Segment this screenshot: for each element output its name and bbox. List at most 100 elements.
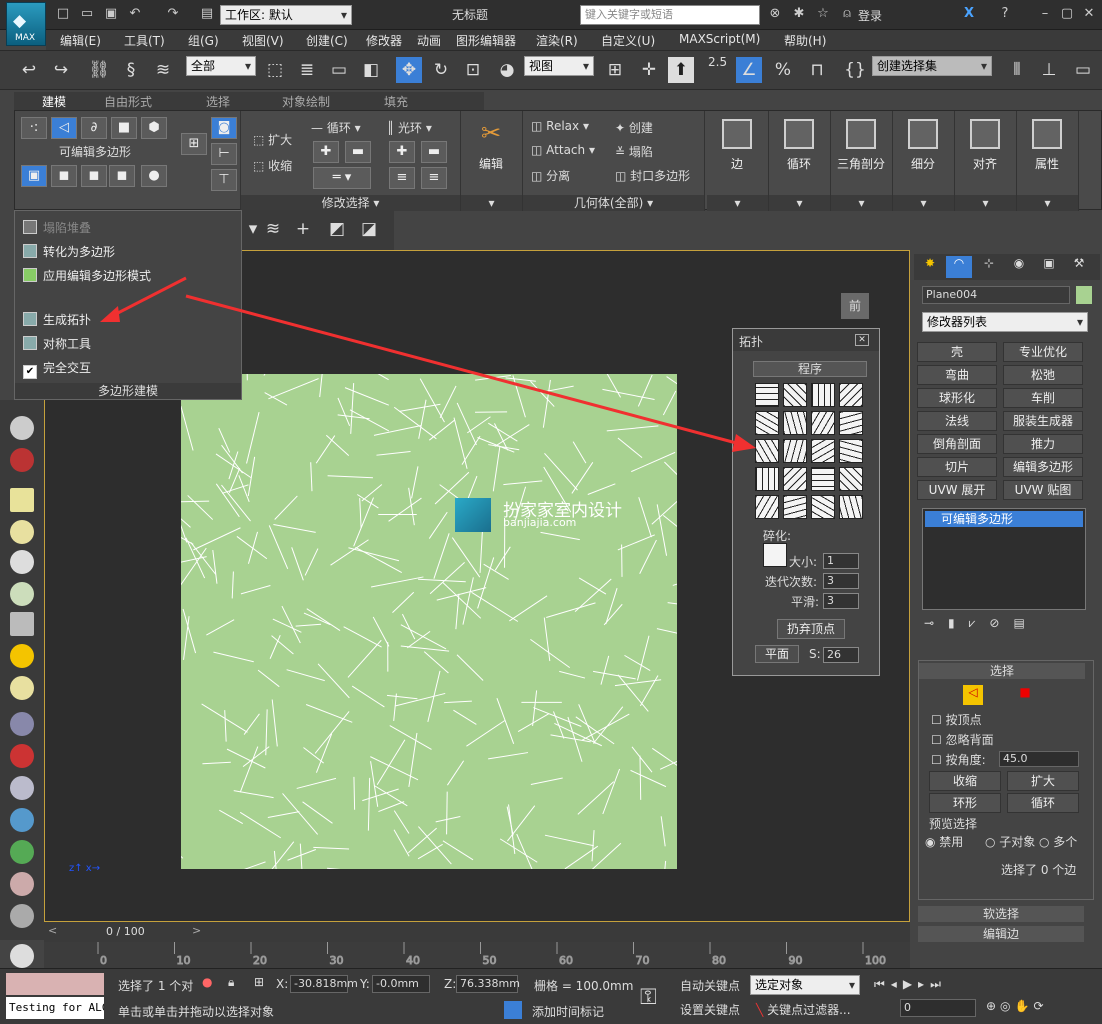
align-icon[interactable]: ⊥ <box>1036 57 1062 83</box>
teapot-icon[interactable] <box>10 582 34 606</box>
cap-button[interactable]: ◫ 封口多边形 <box>615 167 690 184</box>
menu-apply-edit-poly[interactable]: 应用编辑多边形模式 <box>23 267 151 284</box>
keyboard-shortcut-icon[interactable]: ⬆ <box>668 57 694 83</box>
maxscript-listener[interactable] <box>6 973 104 995</box>
timeline-ruler[interactable]: 0 10 20 30 40 50 60 70 80 90 100 <box>44 942 910 968</box>
grow-button[interactable]: ⬚ 扩大 <box>253 131 292 148</box>
menu-generate-topology[interactable]: 生成拓扑 <box>23 311 91 328</box>
spherify-button[interactable]: 球形化 <box>917 388 997 408</box>
close-icon[interactable]: ✕ <box>855 334 869 346</box>
modify-tab-icon[interactable]: ◠ <box>946 256 972 278</box>
open-file-icon[interactable]: ▭ <box>78 5 96 23</box>
edge-subobj-icon[interactable]: ◁ <box>963 685 983 705</box>
soft-selection-rollout[interactable]: 软选择 <box>918 906 1084 922</box>
login-link[interactable]: 登录 <box>858 7 882 24</box>
generate-topology-icon[interactable]: ◼ <box>109 165 135 187</box>
tab-selection[interactable]: 选择 <box>206 93 230 110</box>
isolate-icon[interactable]: ◙ <box>211 117 237 139</box>
ring-button[interactable]: 环形 <box>929 793 1001 813</box>
polygon-mode-icon[interactable]: ■ <box>111 117 137 139</box>
ring-mode2-icon[interactable]: ≡ <box>421 167 447 189</box>
grow-button[interactable]: 扩大 <box>1007 771 1079 791</box>
shrink-button[interactable]: 收缩 <box>929 771 1001 791</box>
topology-pattern-button[interactable] <box>755 467 779 491</box>
create-tab-icon[interactable]: ✸ <box>918 256 942 278</box>
geometry-footer[interactable]: 几何体(全部) ▾ <box>523 195 704 211</box>
byvertex-checkbox[interactable]: ☐ 按顶点 <box>931 711 982 728</box>
time-tag-icon[interactable] <box>504 1001 522 1019</box>
lock-icon[interactable]: 🔒︎ <box>228 975 234 990</box>
unlink-icon[interactable]: § <box>118 57 144 83</box>
film-icon[interactable] <box>10 448 34 472</box>
vertex-mode-icon[interactable]: ·: <box>21 117 47 139</box>
tools-icon[interactable]: ✱ <box>790 5 808 23</box>
topology-pattern-button[interactable] <box>783 383 807 407</box>
topology-pattern-button[interactable] <box>755 383 779 407</box>
detach-button[interactable]: ◫ 分离 <box>531 167 570 184</box>
save-icon[interactable]: ▣ <box>102 5 120 23</box>
close-icon[interactable]: ✕ <box>1080 5 1098 23</box>
key-icon[interactable]: ⚿ <box>640 985 657 1010</box>
bind-spacewarp-icon[interactable]: ≋ <box>150 57 176 83</box>
prev-frame-icon[interactable]: < <box>48 924 58 940</box>
edit-footer[interactable]: ▾ <box>461 195 522 211</box>
stack-tools[interactable]: ⊸▮⩗⊘▤ <box>924 616 1090 636</box>
select-by-name-icon[interactable]: ≣ <box>294 57 320 83</box>
selection-rollout-title[interactable]: 选择 <box>919 663 1085 679</box>
select-layer-icon[interactable]: ◪ <box>356 216 382 242</box>
modify-selection-footer[interactable]: 修改选择 ▾ <box>241 195 460 211</box>
scale-icon[interactable]: ⊡ <box>460 57 486 83</box>
lathe-button[interactable]: 车削 <box>1003 388 1083 408</box>
select-object-icon[interactable]: ⬚ <box>262 57 288 83</box>
uvw-unwrap-button[interactable]: UVW 展开 <box>917 480 997 500</box>
current-frame-field[interactable]: 0 <box>900 999 976 1017</box>
layer-add-icon[interactable]: ≋ <box>260 216 286 242</box>
key-selection-select[interactable]: 选定对象 <box>750 975 860 995</box>
grass-icon[interactable] <box>10 840 34 864</box>
topology-pattern-button[interactable] <box>839 411 863 435</box>
workspace-select[interactable]: 工作区: 默认 <box>220 5 352 25</box>
topology-pattern-button[interactable] <box>755 439 779 463</box>
menu-full-interactivity[interactable]: ✔ 完全交互 <box>23 359 91 379</box>
poly-subobj-icon[interactable]: ■ <box>1015 685 1035 705</box>
loop-big-button[interactable]: 循环 <box>771 115 827 187</box>
geosphere-icon[interactable] <box>10 676 34 700</box>
disable-radio[interactable]: ◉ 禁用 <box>925 833 963 850</box>
subdivide-button[interactable]: 细分 <box>895 115 951 187</box>
tab-populate[interactable]: 填充 <box>384 93 408 110</box>
topology-pattern-button[interactable] <box>839 383 863 407</box>
align-footer[interactable]: ▾ <box>955 195 1016 211</box>
properties-button[interactable]: 属性 <box>1019 115 1075 187</box>
pyramid-icon[interactable] <box>10 776 34 800</box>
x-coordinate-field[interactable]: -30.818mm <box>290 975 358 993</box>
edge-button[interactable]: 边 <box>709 115 765 187</box>
ignoreback-checkbox[interactable]: ☐ 忽略背面 <box>931 731 994 748</box>
menu-edit[interactable]: 编辑(E) <box>60 32 101 49</box>
link-icon[interactable]: ⛓ <box>86 57 112 83</box>
pin-stack-icon[interactable]: ⊢ <box>211 143 237 165</box>
relax-button[interactable]: 松弛 <box>1003 365 1083 385</box>
properties-footer[interactable]: ▾ <box>1017 195 1078 211</box>
hierarchy-tab-icon[interactable]: ⊹ <box>976 256 1002 278</box>
select-box-icon[interactable]: ◩ <box>324 216 350 242</box>
plane-icon[interactable] <box>10 712 34 736</box>
menu-group[interactable]: 组(G) <box>188 32 219 49</box>
topology-pattern-button[interactable] <box>839 467 863 491</box>
percent-snap-icon[interactable]: % <box>770 57 796 83</box>
menu-symmetry[interactable]: 对称工具 <box>23 335 91 352</box>
plane-button[interactable]: 平面 <box>755 645 799 663</box>
menu-graph-editors[interactable]: 图形编辑器 <box>456 32 516 49</box>
size-spinner[interactable]: 1 <box>823 553 859 569</box>
edit-edges-rollout[interactable]: 编辑边 <box>918 926 1084 942</box>
app-logo-button[interactable]: ◆ MAX <box>6 2 46 46</box>
y-coordinate-field[interactable]: -0.0mm <box>372 975 430 993</box>
modify-mode-icon[interactable]: ▣ <box>21 165 47 187</box>
utilities-tab-icon[interactable]: ⚒ <box>1066 256 1092 278</box>
half-moon-icon[interactable] <box>10 416 34 440</box>
plus-icon[interactable]: + <box>290 216 316 242</box>
rotate-icon[interactable]: ↻ <box>428 57 454 83</box>
shell-button[interactable]: 壳 <box>917 342 997 362</box>
show-cage-icon[interactable]: ◼ <box>81 165 107 187</box>
topology-pattern-button[interactable] <box>783 495 807 519</box>
slice-button[interactable]: 切片 <box>917 457 997 477</box>
